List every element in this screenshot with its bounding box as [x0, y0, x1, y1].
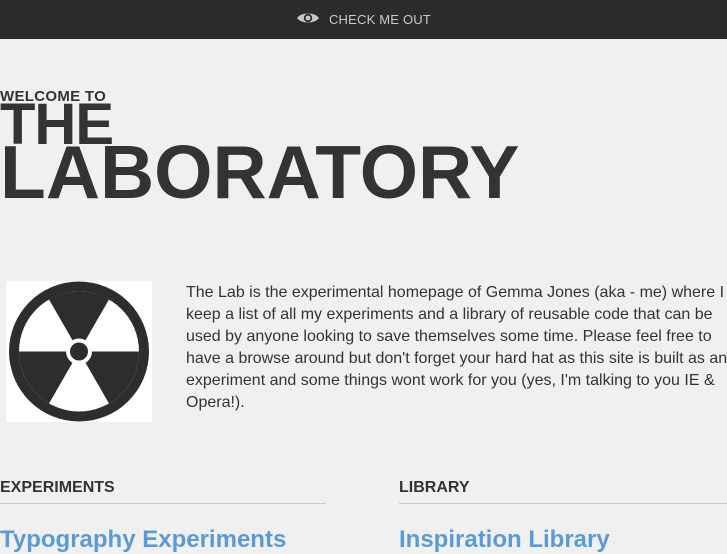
- typography-experiments-link[interactable]: Typography Experiments: [0, 526, 286, 554]
- experiments-heading: EXPERIMENTS: [0, 479, 115, 496]
- eye-icon: [296, 11, 329, 28]
- check-me-out-label: CHECK ME OUT: [328, 12, 432, 27]
- inspiration-library-link[interactable]: Inspiration Library: [399, 526, 610, 554]
- intro-paragraph: The Lab is the experimental homepage of …: [186, 284, 727, 411]
- library-heading: LIBRARY: [399, 479, 470, 496]
- radiation-hazard-icon: [6, 281, 152, 422]
- library-divider: [399, 503, 727, 504]
- experiments-divider: [0, 503, 326, 504]
- top-bar: CHECK ME OUT: [0, 0, 727, 39]
- title-laboratory: LABORATORY: [0, 130, 520, 214]
- check-me-out-link[interactable]: CHECK ME OUT: [296, 11, 431, 28]
